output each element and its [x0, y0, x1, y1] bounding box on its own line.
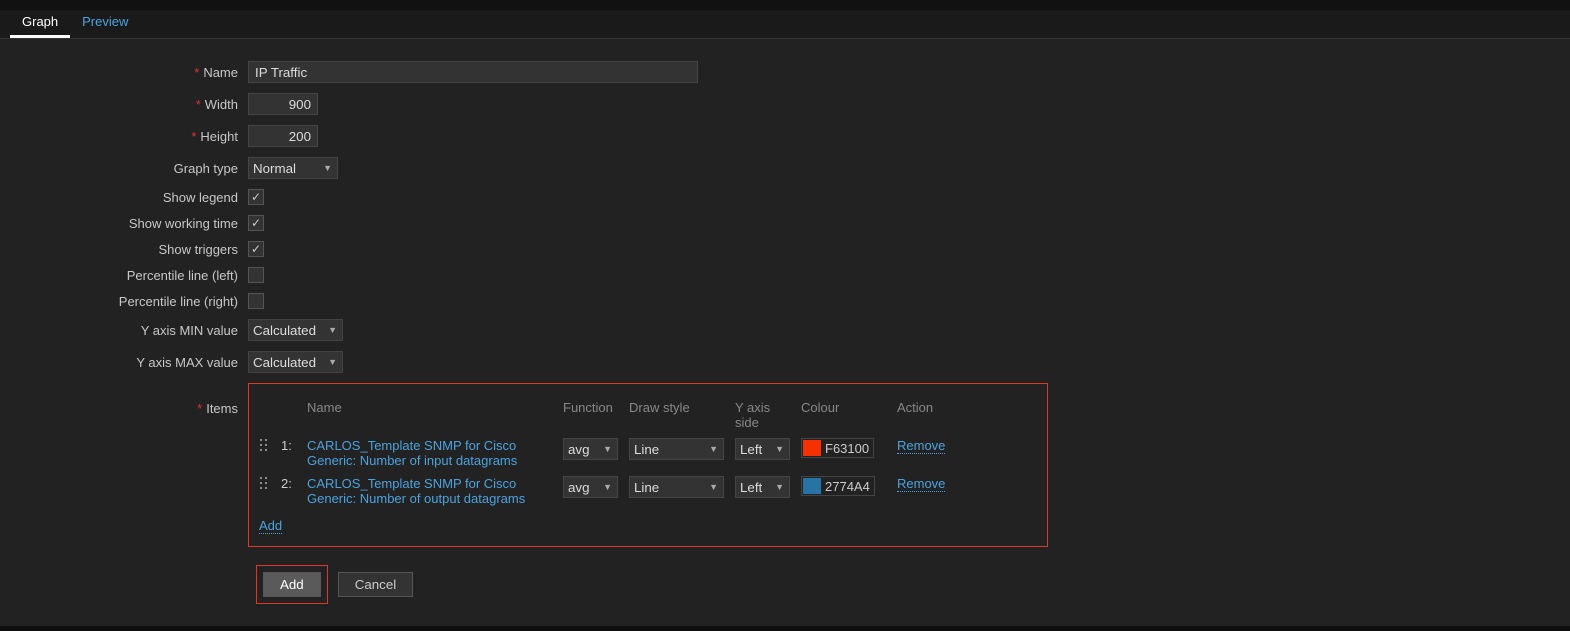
label-show-triggers: Show triggers [0, 242, 248, 257]
label-name-text: Name [203, 65, 238, 80]
item-color-hex: F63100 [825, 441, 869, 456]
show-triggers-checkbox[interactable] [248, 241, 264, 257]
items-add-link[interactable]: Add [259, 518, 282, 534]
item-yaxis-select[interactable]: Left [735, 438, 790, 460]
label-show-working-time: Show working time [0, 216, 248, 231]
label-items-text: Items [206, 401, 238, 416]
items-header-colour: Colour [801, 400, 891, 415]
item-color-input[interactable]: F63100 [801, 438, 874, 458]
drag-handle-icon[interactable] [259, 476, 269, 492]
add-button[interactable]: Add [263, 572, 321, 597]
items-header-function: Function [563, 400, 623, 415]
drag-handle-icon[interactable] [259, 438, 269, 454]
label-show-legend: Show legend [0, 190, 248, 205]
item-name-link[interactable]: CARLOS_Template SNMP for Cisco Generic: … [307, 438, 517, 468]
label-height-text: Height [200, 129, 238, 144]
item-function-select[interactable]: avg [563, 476, 618, 498]
show-working-time-checkbox[interactable] [248, 215, 264, 231]
label-yaxis-min: Y axis MIN value [0, 323, 248, 338]
item-name-link[interactable]: CARLOS_Template SNMP for Cisco Generic: … [307, 476, 525, 506]
tab-preview[interactable]: Preview [70, 8, 140, 38]
label-items: *Items [0, 383, 248, 416]
items-header-name: Name [307, 400, 557, 415]
label-graph-type: Graph type [0, 161, 248, 176]
yaxis-min-select[interactable]: Calculated [248, 319, 343, 341]
label-height: *Height [0, 129, 248, 144]
label-width-text: Width [205, 97, 238, 112]
percentile-left-checkbox[interactable] [248, 267, 264, 283]
label-width: *Width [0, 97, 248, 112]
cancel-button[interactable]: Cancel [338, 572, 414, 597]
graph-type-select[interactable]: Normal [248, 157, 338, 179]
item-index: 1: [281, 438, 301, 453]
label-yaxis-max: Y axis MAX value [0, 355, 248, 370]
width-input[interactable] [248, 93, 318, 115]
form-area: *Name *Width *Height Graph type Normal S… [0, 39, 1570, 626]
items-header-yaxis: Y axis side [735, 400, 795, 430]
item-drawstyle-select[interactable]: Line [629, 438, 724, 460]
items-box: Name Function Draw style Y axis side Col… [248, 383, 1048, 547]
color-swatch-icon [803, 440, 821, 456]
show-legend-checkbox[interactable] [248, 189, 264, 205]
items-header-drawstyle: Draw style [629, 400, 729, 415]
label-percentile-right: Percentile line (right) [0, 294, 248, 309]
tabs-bar: Graph Preview [0, 10, 1570, 39]
top-strip [0, 0, 1570, 10]
footer-buttons: Add Cancel [256, 565, 1570, 604]
items-row: 2: CARLOS_Template SNMP for Cisco Generi… [249, 472, 1047, 510]
items-header: Name Function Draw style Y axis side Col… [249, 396, 1047, 434]
item-index: 2: [281, 476, 301, 491]
yaxis-max-select[interactable]: Calculated [248, 351, 343, 373]
items-header-action: Action [897, 400, 967, 415]
items-row: 1: CARLOS_Template SNMP for Cisco Generi… [249, 434, 1047, 472]
label-name: *Name [0, 65, 248, 80]
label-percentile-left: Percentile line (left) [0, 268, 248, 283]
tab-graph[interactable]: Graph [10, 8, 70, 38]
percentile-right-checkbox[interactable] [248, 293, 264, 309]
add-button-highlight: Add [256, 565, 328, 604]
item-color-input[interactable]: 2774A4 [801, 476, 875, 496]
item-color-hex: 2774A4 [825, 479, 870, 494]
item-remove-link[interactable]: Remove [897, 476, 945, 492]
height-input[interactable] [248, 125, 318, 147]
item-drawstyle-select[interactable]: Line [629, 476, 724, 498]
item-yaxis-select[interactable]: Left [735, 476, 790, 498]
item-remove-link[interactable]: Remove [897, 438, 945, 454]
name-input[interactable] [248, 61, 698, 83]
item-function-select[interactable]: avg [563, 438, 618, 460]
color-swatch-icon [803, 478, 821, 494]
